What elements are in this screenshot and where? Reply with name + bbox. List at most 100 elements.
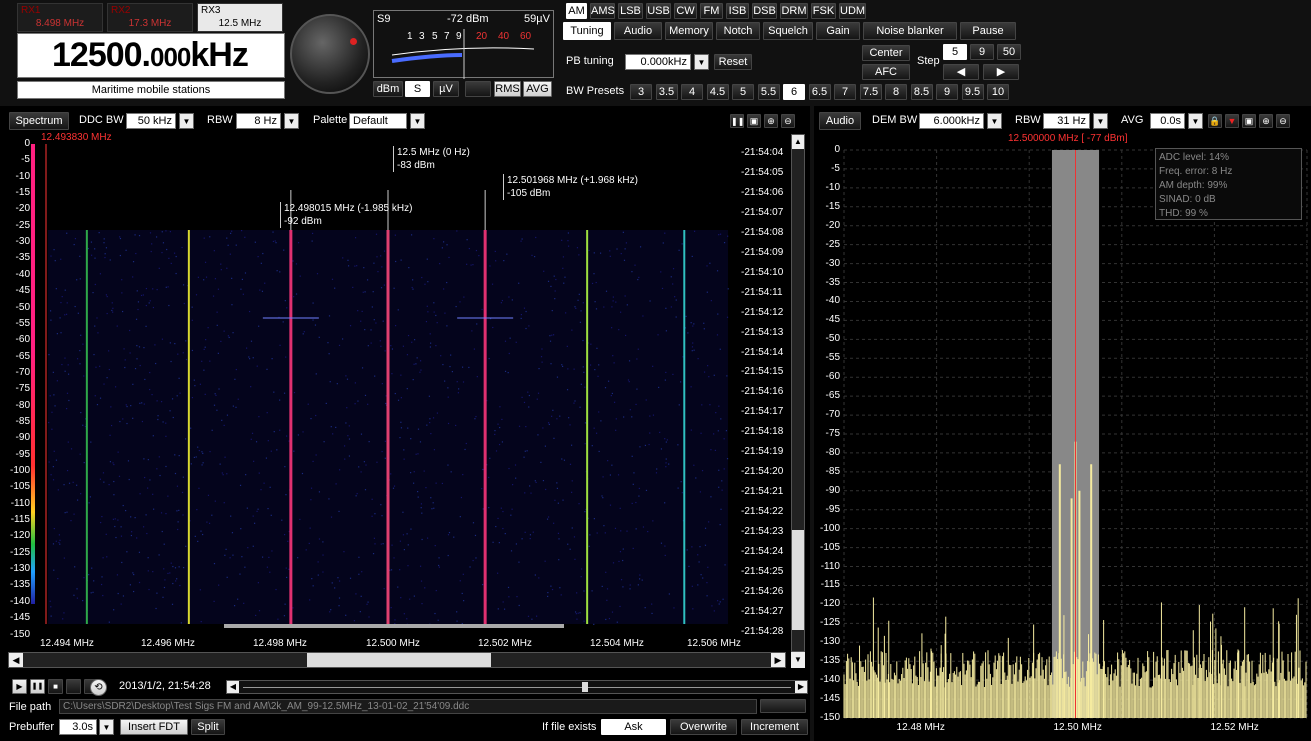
tab-pause[interactable]: Pause (960, 22, 1016, 40)
vscroll-thumb[interactable] (792, 530, 804, 630)
meter-blank-button[interactable] (465, 81, 491, 97)
step-left-button[interactable]: ◀ (943, 64, 979, 80)
tab-squelch[interactable]: Squelch (763, 22, 813, 40)
audio-rbw-dropdown[interactable]: ▼ (1093, 113, 1108, 129)
tab-audio[interactable]: Audio (614, 22, 662, 40)
mode-fsk-button[interactable]: FSK (811, 3, 836, 19)
step-50-button[interactable]: 50 (997, 44, 1021, 60)
scroll-up-icon[interactable]: ▲ (792, 135, 804, 149)
bw-preset-button[interactable]: 5 (732, 84, 754, 100)
step-5-button[interactable]: 5 (943, 44, 967, 60)
bw-preset-button[interactable]: 6.5 (808, 84, 831, 100)
increment-option[interactable]: Increment (741, 719, 808, 735)
audio-save-icon[interactable]: ▣ (1242, 114, 1256, 128)
pause-play-icon[interactable]: ❚❚ (30, 679, 45, 694)
avg-field[interactable]: 0.0s (1150, 113, 1185, 129)
bw-preset-button[interactable]: 7 (834, 84, 856, 100)
bw-preset-button[interactable]: 8 (885, 84, 907, 100)
mode-fm-button[interactable]: FM (700, 3, 723, 19)
insert-fdt-button[interactable]: Insert FDT (120, 719, 188, 735)
step-right-button[interactable]: ▶ (983, 64, 1019, 80)
pb-tuning-field[interactable]: 0.000kHz (625, 54, 691, 70)
tab-noise-blanker[interactable]: Noise blanker (863, 22, 957, 40)
bw-preset-button[interactable]: 9.5 (961, 84, 984, 100)
meter-s-button[interactable]: S (405, 81, 430, 97)
slider-thumb[interactable] (582, 682, 588, 692)
rx1-tab[interactable]: RX1 8.498 MHz (17, 3, 103, 32)
audio-tab[interactable]: Audio (819, 112, 861, 130)
audio-spectrum-svg[interactable] (814, 130, 1311, 741)
mode-drm-button[interactable]: DRM (780, 3, 808, 19)
spectrum-hscroll[interactable]: ◀ ▶ (8, 652, 786, 668)
rx3-tab[interactable]: RX3 12.5 MHz (197, 3, 283, 32)
hscroll-thumb[interactable] (307, 653, 491, 667)
mode-am-button[interactable]: AM (566, 3, 587, 19)
scroll-down-icon[interactable]: ▼ (791, 652, 805, 668)
avg-dropdown[interactable]: ▼ (1188, 113, 1203, 129)
file-path-field[interactable]: C:\Users\SDR2\Desktop\Test Sigs FM and A… (59, 699, 757, 714)
center-button[interactable]: Center (862, 45, 910, 61)
mode-isb-button[interactable]: ISB (726, 3, 749, 19)
split-button[interactable]: Split (191, 719, 225, 735)
bw-preset-button[interactable]: 9 (936, 84, 958, 100)
record-icon[interactable] (66, 679, 81, 694)
mode-udm-button[interactable]: UDM (839, 3, 866, 19)
tab-tuning[interactable]: Tuning (563, 22, 611, 40)
ddc-bw-dropdown[interactable]: ▼ (179, 113, 194, 129)
waterfall-vscroll[interactable]: ▲ (791, 134, 805, 652)
zoom-in-icon[interactable]: ⊕ (764, 114, 778, 128)
browse-button[interactable] (760, 699, 806, 713)
bw-preset-button[interactable]: 8.5 (910, 84, 933, 100)
ddc-bw-field[interactable]: 50 kHz (126, 113, 176, 129)
scroll-right-icon[interactable]: ▶ (771, 653, 785, 667)
pb-reset-button[interactable]: Reset (714, 54, 752, 70)
playback-slider[interactable]: ◀ ▶ (226, 680, 808, 694)
tuning-knob[interactable] (290, 14, 370, 94)
mode-cw-button[interactable]: CW (674, 3, 697, 19)
bw-preset-button[interactable]: 3 (630, 84, 652, 100)
palette-field[interactable]: Default (349, 113, 407, 129)
play-icon[interactable]: ▶ (12, 679, 27, 694)
meter-dbm-button[interactable]: dBm (373, 81, 403, 97)
tab-memory[interactable]: Memory (665, 22, 713, 40)
tab-gain[interactable]: Gain (816, 22, 860, 40)
bw-preset-button[interactable]: 10 (987, 84, 1009, 100)
mode-lsb-button[interactable]: LSB (618, 3, 643, 19)
rbw-field[interactable]: 8 Hz (236, 113, 281, 129)
bw-preset-button[interactable]: 4 (681, 84, 703, 100)
mode-dsb-button[interactable]: DSB (752, 3, 777, 19)
spectrum-tab[interactable]: Spectrum (9, 112, 69, 130)
lock-icon[interactable]: 🔒 (1208, 114, 1222, 128)
overwrite-option[interactable]: Overwrite (670, 719, 737, 735)
afc-button[interactable]: AFC (862, 64, 910, 80)
audio-zoom-out-icon[interactable]: ⊖ (1276, 114, 1290, 128)
prebuffer-dropdown[interactable]: ▼ (99, 719, 114, 735)
meter-rms-button[interactable]: RMS (494, 81, 521, 97)
rx2-tab[interactable]: RX2 17.3 MHz (107, 3, 193, 32)
meter-avg-button[interactable]: AVG (523, 81, 552, 97)
bw-preset-button[interactable]: 6 (783, 84, 805, 100)
meter-uv-button[interactable]: µV (433, 81, 459, 97)
save-icon[interactable]: ▣ (747, 114, 761, 128)
palette-dropdown[interactable]: ▼ (410, 113, 425, 129)
audio-zoom-in-icon[interactable]: ⊕ (1259, 114, 1273, 128)
bw-preset-button[interactable]: 4.5 (706, 84, 729, 100)
pb-tuning-dropdown[interactable]: ▼ (694, 54, 709, 70)
ask-option[interactable]: Ask (601, 719, 666, 735)
prebuffer-field[interactable]: 3.0s (59, 719, 97, 735)
dem-bw-field[interactable]: 6.000kHz (919, 113, 984, 129)
peak-marker-icon[interactable]: ▼ (1225, 114, 1239, 128)
bw-preset-button[interactable]: 7.5 (859, 84, 882, 100)
audio-rbw-field[interactable]: 31 Hz (1043, 113, 1090, 129)
bw-preset-button[interactable]: 5.5 (757, 84, 780, 100)
step-9-button[interactable]: 9 (970, 44, 994, 60)
scroll-left-icon[interactable]: ◀ (9, 653, 23, 667)
slider-right-icon[interactable]: ▶ (795, 681, 807, 693)
tab-notch[interactable]: Notch (716, 22, 760, 40)
zoom-out-icon[interactable]: ⊖ (781, 114, 795, 128)
frequency-display[interactable]: 12500.000kHz (17, 33, 285, 78)
stop-icon[interactable]: ■ (48, 679, 63, 694)
loop-icon[interactable]: ⟲ (90, 679, 107, 696)
slider-left-icon[interactable]: ◀ (227, 681, 239, 693)
rbw-dropdown[interactable]: ▼ (284, 113, 299, 129)
